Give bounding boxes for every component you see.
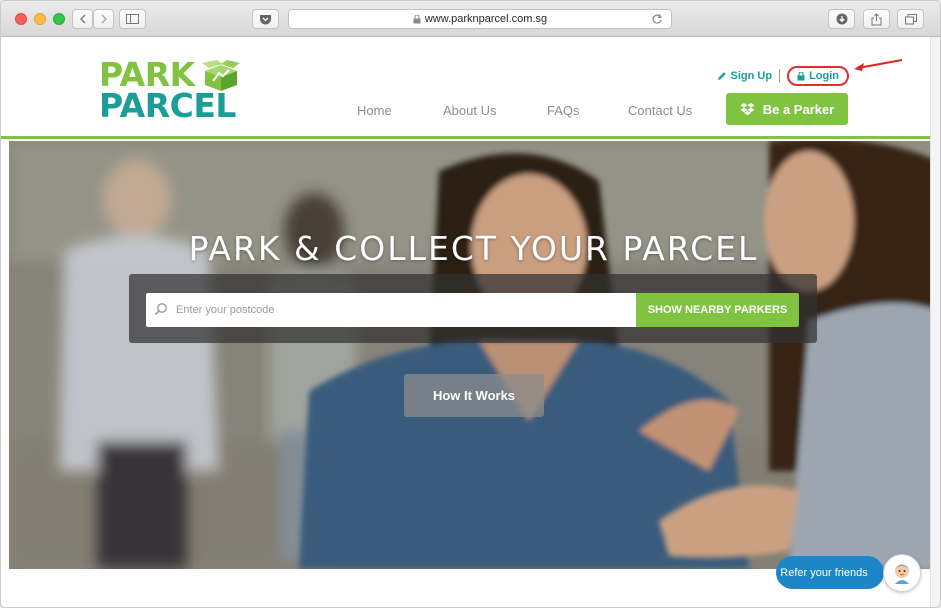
postcode-search-panel: SHOW NEARBY PARKERS [129,274,817,343]
nav-contact-us[interactable]: Contact Us [628,103,692,118]
show-nearby-parkers-button[interactable]: SHOW NEARBY PARKERS [636,293,799,327]
pocket-button[interactable] [252,9,279,29]
sidebar-icon [126,14,139,24]
be-a-parker-label: Be a Parker [762,101,835,117]
url-text: www.parknparcel.com.sg [424,13,548,25]
hero-banner: PARK & COLLECT YOUR PARCEL SHOW NEARBY P… [9,141,938,569]
site-header: PARK PARCEL Sign Up Login Home About Us … [1,37,940,139]
reload-icon[interactable] [651,13,663,25]
lock-icon [797,71,805,80]
download-icon [836,13,847,25]
postcode-input[interactable] [146,293,636,327]
zoom-window-button[interactable] [53,13,65,25]
hero-title: PARK & COLLECT YOUR PARCEL [188,229,759,268]
nav-about-us[interactable]: About Us [443,103,496,118]
link-separator [779,69,781,83]
mascot-icon [895,564,909,584]
lock-icon [413,14,421,23]
share-icon [871,12,882,25]
account-links: Sign Up Login [717,66,849,86]
chevron-left-icon [79,14,85,24]
share-button[interactable] [863,9,890,29]
tabs-overview-button[interactable] [897,9,924,29]
pencil-icon [717,72,726,80]
parcel-box-icon [202,60,240,91]
signup-label: Sign Up [730,70,773,82]
pocket-icon [260,14,271,24]
chevron-right-icon [101,14,107,24]
nav-home[interactable]: Home [357,103,392,118]
dropbox-icon [740,102,755,115]
login-link[interactable]: Login [787,66,849,86]
be-a-parker-button[interactable]: Be a Parker [726,93,848,125]
close-window-button[interactable] [15,13,27,25]
browser-window: www.parknparcel.com.sg PARK PARCEL Sign … [0,0,941,608]
nav-faqs[interactable]: FAQs [547,103,580,118]
annotation-arrow-icon [854,59,903,71]
parknparcel-logo[interactable]: PARK PARCEL [99,58,249,129]
address-bar[interactable]: www.parknparcel.com.sg [288,9,672,29]
signup-link[interactable]: Sign Up [717,70,773,82]
login-label: Login [809,70,839,82]
how-it-works-button[interactable]: How It Works [404,374,544,417]
tabs-icon [904,13,917,24]
forward-button[interactable] [93,9,114,29]
page-scrollbar[interactable] [930,37,940,607]
refer-friends-button[interactable]: Refer your friends [776,556,884,589]
logo-text-line2: PARCEL [99,86,236,125]
back-button[interactable] [72,9,93,29]
downloads-button[interactable] [828,9,855,29]
minimize-window-button[interactable] [34,13,46,25]
hero-background-image [9,141,938,569]
refer-avatar[interactable] [883,554,921,592]
search-icon [154,303,167,316]
sidebar-toggle-button[interactable] [119,9,146,29]
browser-toolbar: www.parknparcel.com.sg [1,1,940,37]
